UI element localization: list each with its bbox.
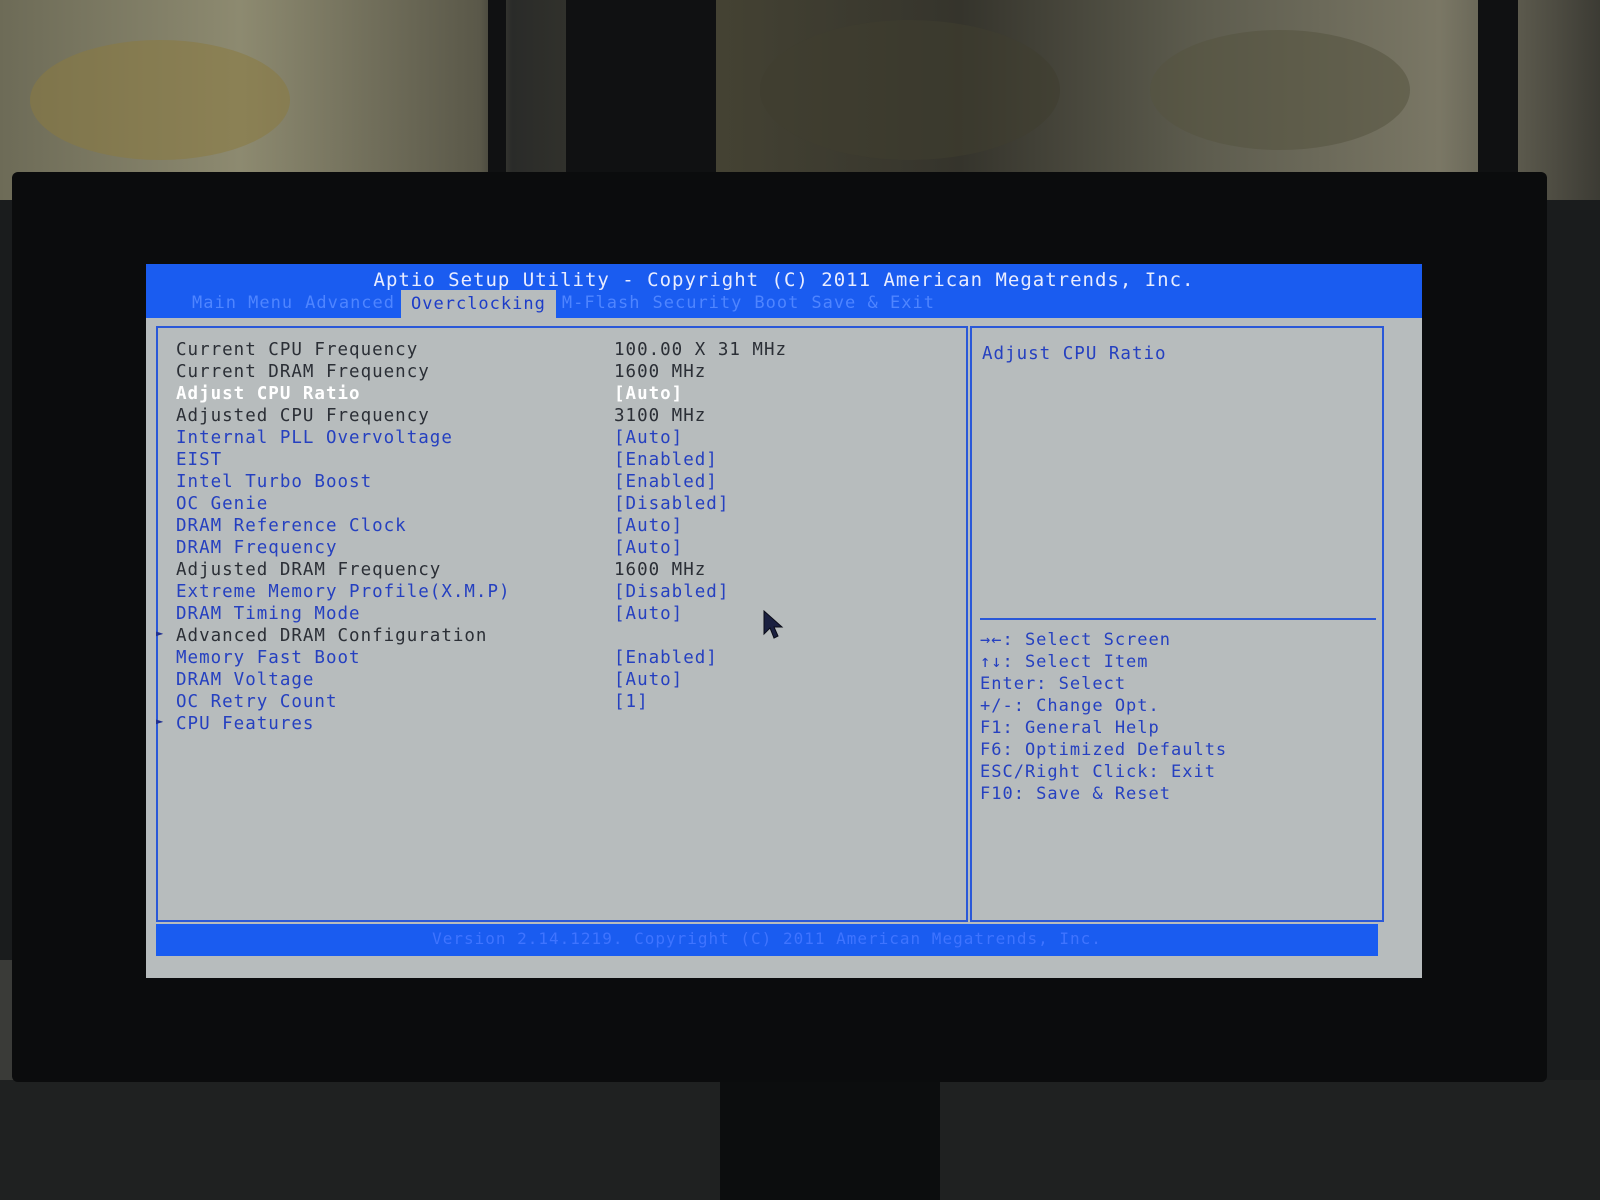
settings-pane: Current CPU Frequency 100.00 X 31 MHz Cu… <box>156 326 968 922</box>
setting-label[interactable]: DRAM Frequency <box>176 538 606 558</box>
setting-value[interactable]: [Auto] <box>614 604 683 624</box>
setting-label[interactable]: OC Retry Count <box>176 692 606 712</box>
setting-label[interactable]: Intel Turbo Boost <box>176 472 606 492</box>
setting-value[interactable]: [Disabled] <box>614 494 729 514</box>
setting-row-internal-pll-overvoltage[interactable]: Internal PLL Overvoltage [Auto] <box>176 428 682 450</box>
tab-advanced[interactable]: Advanced <box>299 290 401 318</box>
setting-row-cpu-features[interactable]: ► CPU Features <box>156 714 313 736</box>
foliage <box>1150 30 1410 150</box>
key-legend-item: F1: General Help <box>980 718 1160 738</box>
setting-label[interactable]: OC Genie <box>176 494 606 514</box>
setting-value[interactable]: [Disabled] <box>614 582 729 602</box>
setting-label: Adjusted CPU Frequency <box>176 406 430 426</box>
window-frame <box>566 0 716 200</box>
setting-row-current-dram-frequency: Current DRAM Frequency 1600 MHz <box>176 362 705 384</box>
setting-label[interactable]: CPU Features <box>176 714 606 734</box>
key-legend-item: ESC/Right Click: Exit <box>980 762 1216 782</box>
setting-label[interactable]: Adjust CPU Ratio <box>176 384 606 404</box>
tab-save-exit[interactable]: Save & Exit <box>805 290 941 318</box>
setting-label[interactable]: Extreme Memory Profile(X.M.P) <box>176 582 606 602</box>
setting-row-intel-turbo-boost[interactable]: Intel Turbo Boost [Enabled] <box>176 472 717 494</box>
key-legend-item: F10: Save & Reset <box>980 784 1171 804</box>
setting-label[interactable]: Advanced DRAM Configuration <box>176 626 606 646</box>
key-legend-item: →←: Select Screen <box>980 630 1171 650</box>
tab-boot[interactable]: Boot <box>748 290 805 318</box>
setting-row-dram-voltage[interactable]: DRAM Voltage [Auto] <box>176 670 682 692</box>
setting-value[interactable]: [Enabled] <box>614 648 718 668</box>
setting-value[interactable]: [Enabled] <box>614 450 718 470</box>
foliage <box>760 20 1060 160</box>
setting-row-adjusted-cpu-frequency: Adjusted CPU Frequency 3100 MHz <box>176 406 705 428</box>
setting-label[interactable]: Memory Fast Boot <box>176 648 606 668</box>
version-text: Version 2.14.1219. Copyright (C) 2011 Am… <box>432 929 1102 948</box>
help-divider <box>980 618 1376 620</box>
setting-value[interactable]: [Auto] <box>614 516 683 536</box>
help-pane: Adjust CPU Ratio →←: Select Screen ↑↓: S… <box>970 326 1384 922</box>
key-legend-item: F6: Optimized Defaults <box>980 740 1228 760</box>
setting-row-dram-reference-clock[interactable]: DRAM Reference Clock [Auto] <box>176 516 682 538</box>
tab-m-flash[interactable]: M-Flash <box>556 290 647 318</box>
setting-value: 1600 MHz <box>614 560 707 580</box>
title-bar: Aptio Setup Utility - Copyright (C) 2011… <box>146 264 1422 318</box>
key-legend-item: ↑↓: Select Item <box>980 652 1149 672</box>
key-legend-item: +/-: Change Opt. <box>980 696 1160 716</box>
setting-row-current-cpu-frequency: Current CPU Frequency 100.00 X 31 MHz <box>176 340 786 362</box>
help-title: Adjust CPU Ratio <box>982 344 1167 364</box>
submenu-arrow-icon: ► <box>156 626 165 640</box>
key-legend-item: Enter: Select <box>980 674 1127 694</box>
monitor-stand <box>720 1082 940 1200</box>
status-bar: Version 2.14.1219. Copyright (C) 2011 Am… <box>156 924 1378 956</box>
setting-row-eist[interactable]: EIST [Enabled] <box>176 450 717 472</box>
tab-main-menu[interactable]: Main Menu <box>186 290 299 318</box>
setting-row-advanced-dram-configuration[interactable]: ► Advanced DRAM Configuration <box>156 626 486 648</box>
setting-value: 3100 MHz <box>614 406 707 426</box>
bios-title: Aptio Setup Utility - Copyright (C) 2011… <box>373 269 1195 291</box>
tab-bar: Main Menu Advanced Overclocking M-Flash … <box>186 290 941 318</box>
key-legend: →←: Select Screen ↑↓: Select Item Enter:… <box>980 630 1227 806</box>
setting-value: 100.00 X 31 MHz <box>614 340 788 360</box>
setting-label[interactable]: DRAM Voltage <box>176 670 606 690</box>
setting-row-extreme-memory-profile[interactable]: Extreme Memory Profile(X.M.P) [Disabled] <box>176 582 728 604</box>
setting-value[interactable]: [Auto] <box>614 670 683 690</box>
setting-label: Adjusted DRAM Frequency <box>176 560 442 580</box>
setting-row-adjusted-dram-frequency: Adjusted DRAM Frequency 1600 MHz <box>176 560 705 582</box>
setting-row-oc-retry-count[interactable]: OC Retry Count [1] <box>176 692 648 714</box>
foliage <box>30 40 290 160</box>
setting-label[interactable]: DRAM Reference Clock <box>176 516 606 536</box>
setting-row-dram-frequency[interactable]: DRAM Frequency [Auto] <box>176 538 682 560</box>
setting-label[interactable]: EIST <box>176 450 606 470</box>
setting-label: Current DRAM Frequency <box>176 362 430 382</box>
setting-value: 1600 MHz <box>614 362 707 382</box>
submenu-arrow-icon: ► <box>156 714 165 728</box>
setting-row-oc-genie[interactable]: OC Genie [Disabled] <box>176 494 728 516</box>
setting-value[interactable]: [Auto] <box>614 538 683 558</box>
tab-overclocking[interactable]: Overclocking <box>401 290 556 318</box>
tab-security[interactable]: Security <box>647 290 749 318</box>
setting-value[interactable]: [Auto] <box>614 384 683 404</box>
bios-screen: Aptio Setup Utility - Copyright (C) 2011… <box>146 264 1422 978</box>
setting-value[interactable]: [Auto] <box>614 428 683 448</box>
setting-row-adjust-cpu-ratio[interactable]: Adjust CPU Ratio [Auto] <box>176 384 682 406</box>
setting-label[interactable]: DRAM Timing Mode <box>176 604 606 624</box>
setting-value[interactable]: [1] <box>614 692 649 712</box>
setting-value[interactable]: [Enabled] <box>614 472 718 492</box>
setting-label[interactable]: Internal PLL Overvoltage <box>176 428 606 448</box>
setting-label: Current CPU Frequency <box>176 340 419 360</box>
window-frame <box>488 0 506 200</box>
setting-row-memory-fast-boot[interactable]: Memory Fast Boot [Enabled] <box>176 648 717 670</box>
window-frame <box>1478 0 1518 200</box>
setting-row-dram-timing-mode[interactable]: DRAM Timing Mode [Auto] <box>176 604 682 626</box>
mouse-pointer-icon <box>763 610 784 639</box>
